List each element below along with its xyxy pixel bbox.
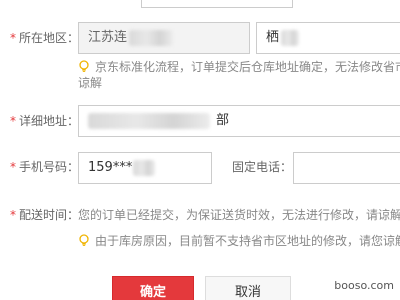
delivery-label: * 配送时间：	[10, 207, 79, 223]
required-mark: *	[10, 114, 16, 128]
region-city-field[interactable]: 栖	[256, 22, 400, 54]
phone-field[interactable]: 159***	[78, 152, 212, 184]
landline-label: 固定电话：	[232, 159, 292, 175]
required-mark: *	[10, 31, 16, 45]
address-field[interactable]: 部	[78, 105, 400, 137]
redacted-text	[129, 29, 174, 46]
region-province-field: 江苏连	[78, 22, 250, 54]
edit-address-form: * 所在地区： 江苏连 栖 京东标准化流程，订单提交后仓库地址确定，无法修改省市 …	[0, 0, 400, 300]
cancel-button[interactable]: 取消	[205, 276, 291, 300]
redacted-text	[133, 159, 156, 176]
region-tip: 京东标准化流程，订单提交后仓库地址确定，无法修改省市	[78, 58, 400, 76]
previous-field-box[interactable]	[141, 0, 293, 8]
phone-label: * 手机号码：	[10, 159, 79, 175]
address-label-text: 详细地址：	[19, 114, 80, 128]
required-mark: *	[10, 208, 16, 222]
region-tip-text-2: 谅解	[78, 76, 103, 90]
phone-value: 159***	[88, 160, 133, 175]
redacted-text	[281, 29, 300, 46]
region-tip-text: 京东标准化流程，订单提交后仓库地址确定，无法修改省市	[95, 60, 400, 74]
watermark: booso.com	[334, 279, 394, 292]
address-value-suffix: 部	[216, 113, 230, 128]
redacted-text	[88, 112, 210, 129]
region-tip-line2: 谅解	[78, 74, 102, 92]
lightbulb-icon	[79, 60, 89, 72]
phone-label-text: 手机号码：	[19, 160, 80, 174]
region-label-text: 所在地区：	[19, 31, 80, 45]
region-city-value: 栖	[266, 30, 280, 45]
delivery-tip-text: 由于库房原因，目前暂不支持省市区地址的修改，请您谅解	[95, 234, 400, 248]
address-label: * 详细地址：	[10, 113, 79, 129]
region-label: * 所在地区：	[10, 30, 79, 46]
delivery-text: 您的订单已经提交，为保证送货时效，无法进行修改，请谅解	[78, 206, 400, 224]
delivery-label-text: 配送时间：	[19, 208, 80, 222]
delivery-text-value: 您的订单已经提交，为保证送货时效，无法进行修改，请谅解	[78, 208, 400, 222]
landline-label-text: 固定电话：	[232, 160, 293, 174]
confirm-button[interactable]: 确定	[112, 276, 194, 300]
region-province-value: 江苏连	[88, 30, 128, 45]
delivery-tip: 由于库房原因，目前暂不支持省市区地址的修改，请您谅解	[78, 232, 400, 250]
landline-field[interactable]	[293, 152, 400, 184]
lightbulb-icon	[79, 234, 89, 246]
required-mark: *	[10, 160, 16, 174]
